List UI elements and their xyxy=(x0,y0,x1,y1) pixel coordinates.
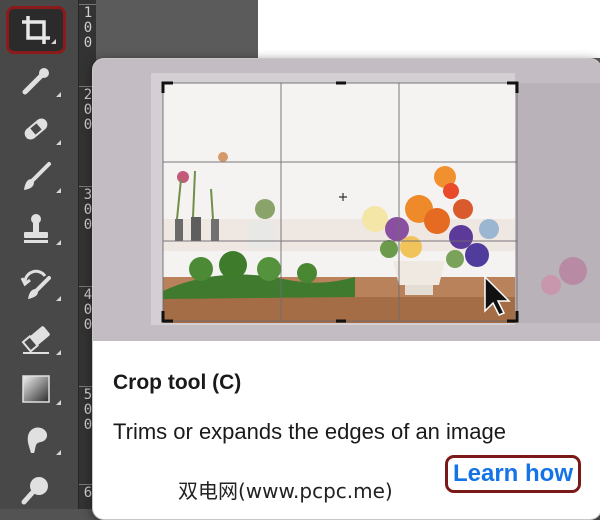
smudge-tool-button[interactable] xyxy=(4,416,68,462)
crop-icon xyxy=(22,16,50,44)
watermark-text: 双电网(www.pcpc.me) xyxy=(178,479,393,503)
crop-tool-button[interactable] xyxy=(6,6,66,54)
smudge-icon xyxy=(27,427,48,453)
tool-tooltip-card: Crop tool (C) Trims or expands the edges… xyxy=(92,58,600,520)
brush-icon xyxy=(24,162,51,190)
eyedropper-icon xyxy=(22,68,49,95)
crop-demo-preview xyxy=(93,59,600,341)
clone-stamp-tool-button[interactable] xyxy=(4,206,68,252)
tool-flyout-indicator xyxy=(56,240,61,245)
tools-panel xyxy=(0,0,78,509)
crop-demo-image xyxy=(93,59,600,341)
tool-flyout-indicator xyxy=(56,400,61,405)
stamp-icon xyxy=(24,214,48,243)
gradient-icon xyxy=(22,375,50,403)
healing-brush-tool-button[interactable] xyxy=(4,106,68,152)
tool-flyout-indicator xyxy=(51,39,56,44)
tool-flyout-indicator xyxy=(56,450,61,455)
eyedropper-tool-button[interactable] xyxy=(4,58,68,104)
zoom-tool-button[interactable] xyxy=(4,466,68,512)
zoom-icon xyxy=(21,477,48,505)
gradient-tool-button[interactable] xyxy=(4,366,68,412)
tool-flyout-indicator xyxy=(56,350,61,355)
eraser-icon xyxy=(21,326,50,354)
bandage-icon xyxy=(24,118,48,140)
document-canvas[interactable] xyxy=(258,0,600,58)
history-brush-icon xyxy=(20,269,51,299)
ruler-label: 100 xyxy=(83,5,93,51)
tooltip-description: Trims or expands the edges of an image xyxy=(113,419,506,444)
learn-how-link[interactable]: Learn how xyxy=(445,455,581,493)
eraser-tool-button[interactable] xyxy=(4,316,68,362)
tool-flyout-indicator xyxy=(56,296,61,301)
brush-tool-button[interactable] xyxy=(4,154,68,200)
tool-flyout-indicator xyxy=(56,92,61,97)
tooltip-title: Crop tool (C) xyxy=(113,371,242,394)
tool-flyout-indicator xyxy=(56,188,61,193)
tool-flyout-indicator xyxy=(56,140,61,145)
history-brush-tool-button[interactable] xyxy=(4,262,68,308)
